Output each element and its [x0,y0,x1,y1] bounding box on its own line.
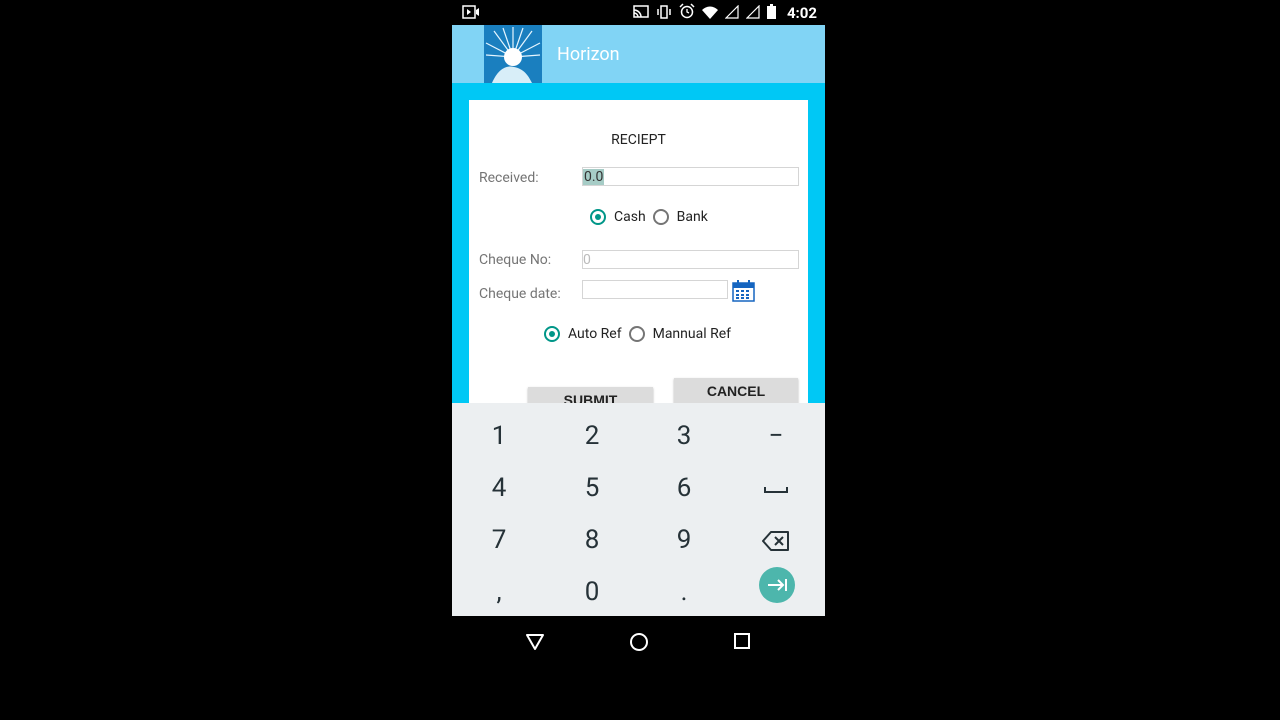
receipt-card: RECIEPT Received: 0.0 Cash Bank Cheque N… [469,100,808,403]
bank-radio[interactable] [652,209,669,225]
key-8[interactable]: 8 [546,514,638,566]
key-4[interactable]: 4 [453,462,545,514]
home-icon[interactable] [629,632,649,656]
manual-ref-radio[interactable] [628,326,645,342]
cheque-date-input[interactable] [582,280,728,299]
key-7[interactable]: 7 [453,514,545,566]
vibrate-icon [656,4,672,23]
cash-radio[interactable] [590,209,606,225]
key-period[interactable]: . [638,566,730,618]
backspace-key[interactable] [730,514,822,566]
back-icon[interactable] [525,632,545,656]
cast-icon [633,4,649,23]
received-value: 0.0 [583,169,605,185]
screen-record-icon [462,4,480,23]
auto-ref-label[interactable]: Auto Ref [568,326,622,342]
alarm-icon [679,3,695,23]
form-title: RECIEPT [611,132,666,148]
app-logo [484,25,542,83]
backspace-icon [762,531,789,552]
cheque-date-label: Cheque date: [479,286,561,302]
key-9[interactable]: 9 [638,514,730,566]
space-icon [764,487,788,494]
manual-ref-label[interactable]: Mannual Ref [653,326,731,342]
key-2[interactable]: 2 [546,410,638,462]
key-comma[interactable]: , [453,566,545,618]
key-0[interactable]: 0 [546,566,638,618]
tab-next-icon [768,579,787,591]
navigation-bar [452,616,825,668]
calendar-icon[interactable] [732,280,755,306]
ref-radio-group: Auto Ref Mannual Ref [544,326,731,342]
bank-label[interactable]: Bank [677,209,708,225]
battery-icon [766,3,776,23]
space-key[interactable] [730,462,822,514]
received-label: Received: [479,170,539,186]
form-background: RECIEPT Received: 0.0 Cash Bank Cheque N… [452,83,825,403]
cheque-no-input[interactable]: 0 [582,250,799,269]
key-minus[interactable]: − [730,410,822,462]
signal-icon-2 [745,4,760,23]
cheque-no-placeholder: 0 [583,252,591,268]
signal-icon [724,4,739,23]
cash-label[interactable]: Cash [614,209,646,225]
auto-ref-radio[interactable] [544,326,560,342]
phone-screen: 4:02 Horizon RECIEPT Received: 0.0 Cash … [452,0,825,720]
numeric-keyboard: 1 2 3 − 4 5 6 7 8 9 , 0 . [452,403,825,616]
key-6[interactable]: 6 [638,462,730,514]
key-3[interactable]: 3 [638,410,730,462]
cancel-button[interactable]: CANCEL [674,378,798,403]
status-bar: 4:02 [452,0,825,25]
next-key[interactable] [759,567,795,603]
recents-icon[interactable] [733,632,751,654]
received-input[interactable]: 0.0 [582,167,799,186]
cheque-no-label: Cheque No: [479,252,552,268]
payment-radio-group: Cash Bank [590,209,708,225]
key-1[interactable]: 1 [453,410,545,462]
app-bar: Horizon [452,25,825,83]
app-title: Horizon [557,44,620,65]
status-time: 4:02 [786,4,817,22]
key-5[interactable]: 5 [546,462,638,514]
wifi-icon [701,4,718,23]
submit-button[interactable]: SUBMIT [528,387,653,403]
